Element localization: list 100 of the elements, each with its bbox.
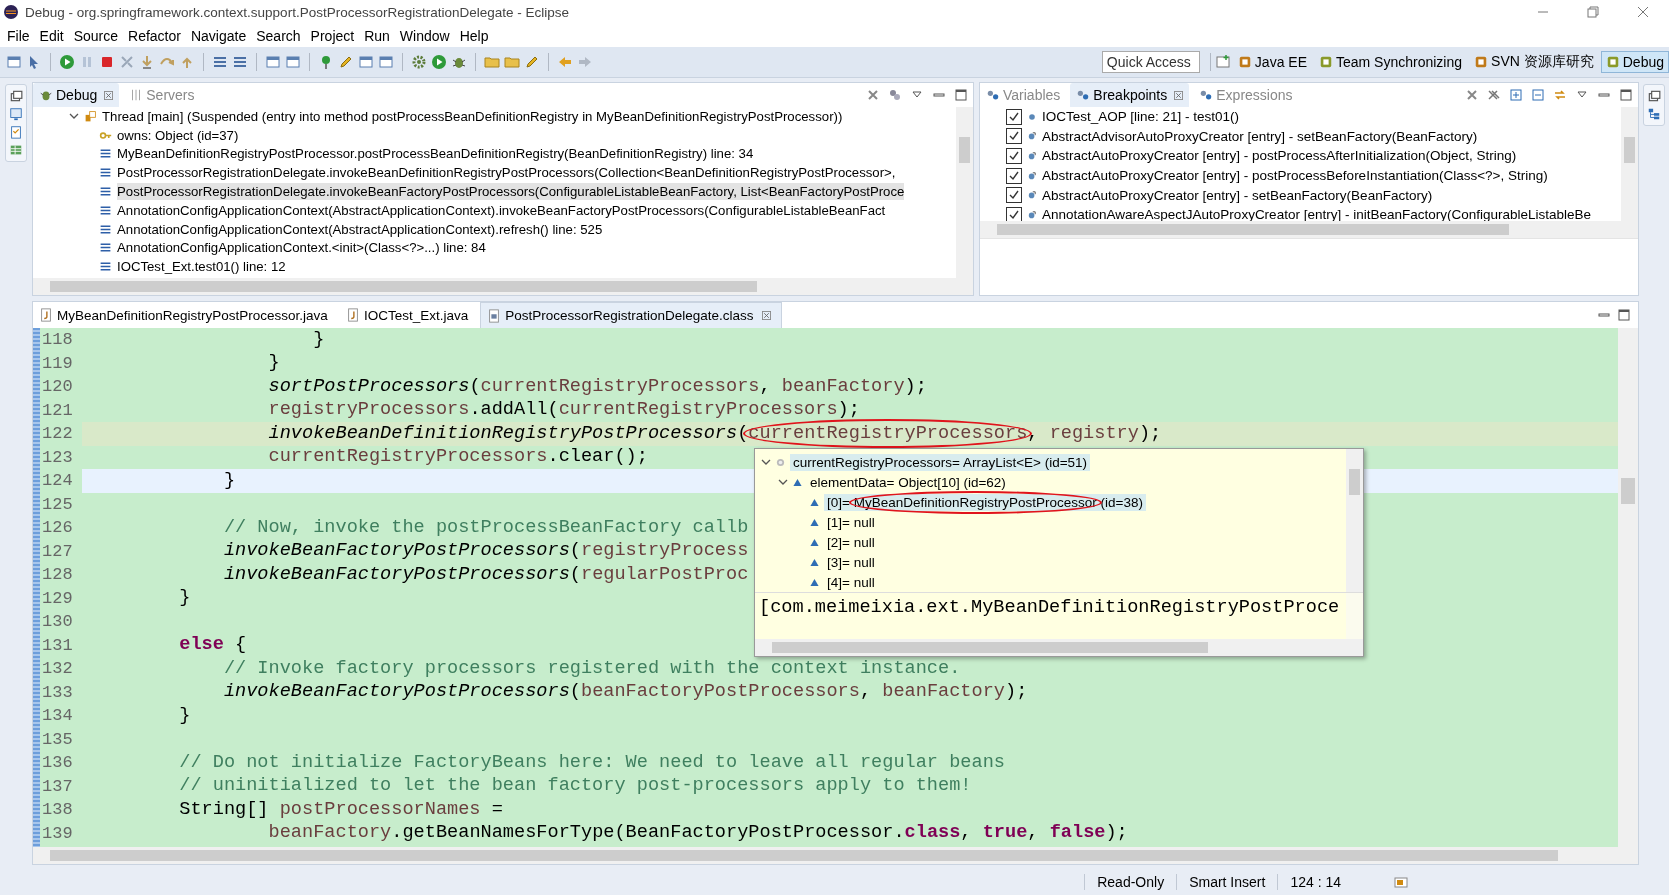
- breakpoint-item[interactable]: AbstractAutoProxyCreator [entry] - postProcessAfterInitialization(Object, String): [1042, 148, 1517, 164]
- checkbox[interactable]: [1006, 206, 1022, 221]
- progress-icon[interactable]: [1393, 874, 1409, 890]
- variable-label[interactable]: [0]= MyBeanDefinitionRegistryPostProcessor (id=38): [824, 493, 1146, 511]
- vertical-scrollbar[interactable]: [1621, 107, 1638, 221]
- checkbox[interactable]: [1006, 128, 1022, 145]
- menu-item[interactable]: Search: [253, 27, 308, 44]
- menu-item[interactable]: Help: [456, 27, 496, 44]
- expand-chevron-icon[interactable]: [778, 477, 788, 487]
- horizontal-scrollbar[interactable]: [755, 639, 1363, 656]
- checkbox[interactable]: [1006, 148, 1022, 164]
- quick-access-field[interactable]: Quick Access: [1101, 51, 1200, 73]
- menu-item[interactable]: Project: [307, 27, 362, 44]
- maximize-icon[interactable]: [1618, 309, 1630, 321]
- link-icon[interactable]: [1554, 89, 1566, 101]
- window-icon[interactable]: [285, 54, 301, 70]
- breakpoint-item[interactable]: AbstractAutoProxyCreator [entry] - postProcessBeforeInstantiation(Class<?>, String): [1042, 168, 1548, 184]
- stack-frame-item[interactable]: AnnotationConfigApplicationContext(AbstractApplicationContext).invokeBeanFactoryPostProcessors(ConfigurableListableBeanFact: [117, 201, 886, 219]
- view-tab[interactable]: Variables: [980, 83, 1067, 107]
- menu-item[interactable]: Refactor: [125, 27, 188, 44]
- perspective-button[interactable]: Team Synchronizing: [1314, 51, 1468, 73]
- gear-icon[interactable]: [411, 54, 427, 70]
- table-icon[interactable]: [9, 143, 23, 157]
- perspective-button[interactable]: Java EE: [1232, 51, 1312, 73]
- close-icon[interactable]: [104, 90, 114, 100]
- console-icon[interactable]: [9, 107, 23, 121]
- view-tab[interactable]: Breakpoints: [1070, 83, 1190, 107]
- close-icon[interactable]: [761, 311, 771, 320]
- stack-frame-item[interactable]: MyBeanDefinitionRegistryPostProcessor.postProcessBeanDefinitionRegistry(BeanDefinitionRegistry) line: 34: [117, 145, 754, 163]
- restore-icon[interactable]: [9, 89, 23, 103]
- window-icon[interactable]: [6, 54, 22, 70]
- list-icon[interactable]: [212, 54, 228, 70]
- restore-icon[interactable]: [1587, 6, 1599, 18]
- breakpoint-item[interactable]: AbstractAutoProxyCreator [entry] - setBeanFactory(BeanFactory): [1042, 187, 1433, 203]
- stack-frame-item[interactable]: PostProcessorRegistrationDelegate.invokeBeanFactoryPostProcessors(ConfigurableListableBeanFactory, List<BeanFactoryPostProce: [117, 183, 905, 201]
- remove-icon[interactable]: [1466, 89, 1478, 101]
- run-icon[interactable]: [431, 54, 447, 70]
- expand-chevron-icon[interactable]: [761, 457, 771, 467]
- stack-frame-item[interactable]: IOCTest_Ext.test01() line: 12: [117, 258, 286, 276]
- checkbox[interactable]: [1006, 108, 1022, 125]
- menu-item[interactable]: File: [4, 27, 37, 44]
- variable-label[interactable]: [4]= null: [824, 573, 878, 591]
- checkbox[interactable]: [1006, 187, 1022, 204]
- stack-frame-item[interactable]: AnnotationConfigApplicationContext(AbstractApplicationContext).refresh() line: 525: [117, 220, 603, 238]
- close-icon[interactable]: [1637, 6, 1649, 18]
- stack-frame-item[interactable]: owns: Object (id=37): [117, 126, 239, 144]
- expand-all-icon[interactable]: [1510, 89, 1522, 101]
- vertical-scrollbar[interactable]: [1346, 593, 1363, 639]
- threads-icon[interactable]: [889, 89, 901, 101]
- checkbox[interactable]: [1006, 167, 1022, 184]
- perspective-button[interactable]: Debug: [1600, 51, 1669, 73]
- stack-frame-item[interactable]: PostProcessorRegistrationDelegate.invokeBeanDefinitionRegistryPostProcessors(Collection<BeanDefinitionRegistryPostProcessor>,: [117, 164, 896, 182]
- pencil-icon[interactable]: [338, 54, 354, 70]
- variable-label[interactable]: elementData= Object[10] (id=62): [807, 473, 1009, 491]
- window-icon[interactable]: [378, 54, 394, 70]
- view-tab[interactable]: Expressions: [1193, 83, 1299, 107]
- menu-item[interactable]: Run: [361, 27, 397, 44]
- vertical-scrollbar[interactable]: [1346, 449, 1363, 592]
- remove-all-icon[interactable]: [1488, 89, 1500, 101]
- variable-label[interactable]: [2]= null: [824, 533, 878, 551]
- stack-frame-item[interactable]: AnnotationConfigApplicationContext.<init>(Class<?>...) line: 84: [117, 239, 486, 257]
- breakpoint-item[interactable]: AbstractAdvisorAutoProxyCreator [entry] - setBeanFactory(BeanFactory): [1042, 128, 1478, 144]
- variable-label[interactable]: currentRegistryProcessors= ArrayList<E> (id=51): [790, 453, 1091, 471]
- horizontal-scrollbar[interactable]: [980, 221, 1638, 238]
- editor-tab[interactable]: PostProcessorRegistrationDelegate.class: [480, 302, 782, 328]
- stack-frame-icon: [99, 260, 112, 274]
- clipboard-icon[interactable]: [9, 125, 23, 139]
- open-perspective-icon[interactable]: [1214, 54, 1231, 70]
- editor-tab[interactable]: IOCTest_Ext.java: [339, 302, 479, 328]
- vertical-scrollbar[interactable]: [956, 107, 973, 278]
- step-into-icon[interactable]: [139, 54, 155, 70]
- menu-item[interactable]: Navigate: [187, 27, 254, 44]
- collapse-all-icon[interactable]: [1532, 89, 1544, 101]
- list-icon[interactable]: [232, 54, 248, 70]
- variable-label[interactable]: [3]= null: [824, 553, 878, 571]
- view-tab[interactable]: Servers: [123, 83, 201, 107]
- vertical-scrollbar[interactable]: [1618, 328, 1638, 847]
- horizontal-scrollbar[interactable]: [33, 278, 973, 295]
- horizontal-scrollbar[interactable]: [33, 847, 1638, 864]
- maximize-icon[interactable]: [1620, 89, 1632, 101]
- run-icon[interactable]: [59, 54, 75, 70]
- perspective-button[interactable]: SVN 资源库研究: [1469, 50, 1599, 74]
- outline-icon[interactable]: [1647, 107, 1661, 121]
- pencil-icon[interactable]: [524, 54, 540, 70]
- menu-item[interactable]: Window: [396, 27, 457, 44]
- window-icon[interactable]: [358, 54, 374, 70]
- menu-item[interactable]: Edit: [36, 27, 71, 44]
- stop-icon[interactable]: [99, 54, 115, 70]
- remove-terminated-icon[interactable]: [867, 89, 879, 101]
- menu-item[interactable]: Source: [70, 27, 126, 44]
- close-icon[interactable]: [1174, 90, 1184, 100]
- line-number: 137: [41, 776, 74, 796]
- view-tab[interactable]: Debug: [33, 83, 120, 107]
- editor-tab[interactable]: MyBeanDefinitionRegistryPostProcessor.java: [33, 302, 338, 328]
- stack-frame-item[interactable]: Thread [main] (Suspended (entry into method postProcessBeanDefinitionRegistry in MyBeanDefinitionRegistryPostProcessor)): [102, 107, 843, 125]
- breakpoint-item[interactable]: IOCTest_AOP [line: 21] - test01(): [1042, 109, 1240, 125]
- restore-icon[interactable]: [1647, 89, 1661, 103]
- variable-label[interactable]: [1]= null: [824, 513, 878, 531]
- window-icon[interactable]: [265, 54, 281, 70]
- maximize-icon[interactable]: [955, 89, 967, 101]
